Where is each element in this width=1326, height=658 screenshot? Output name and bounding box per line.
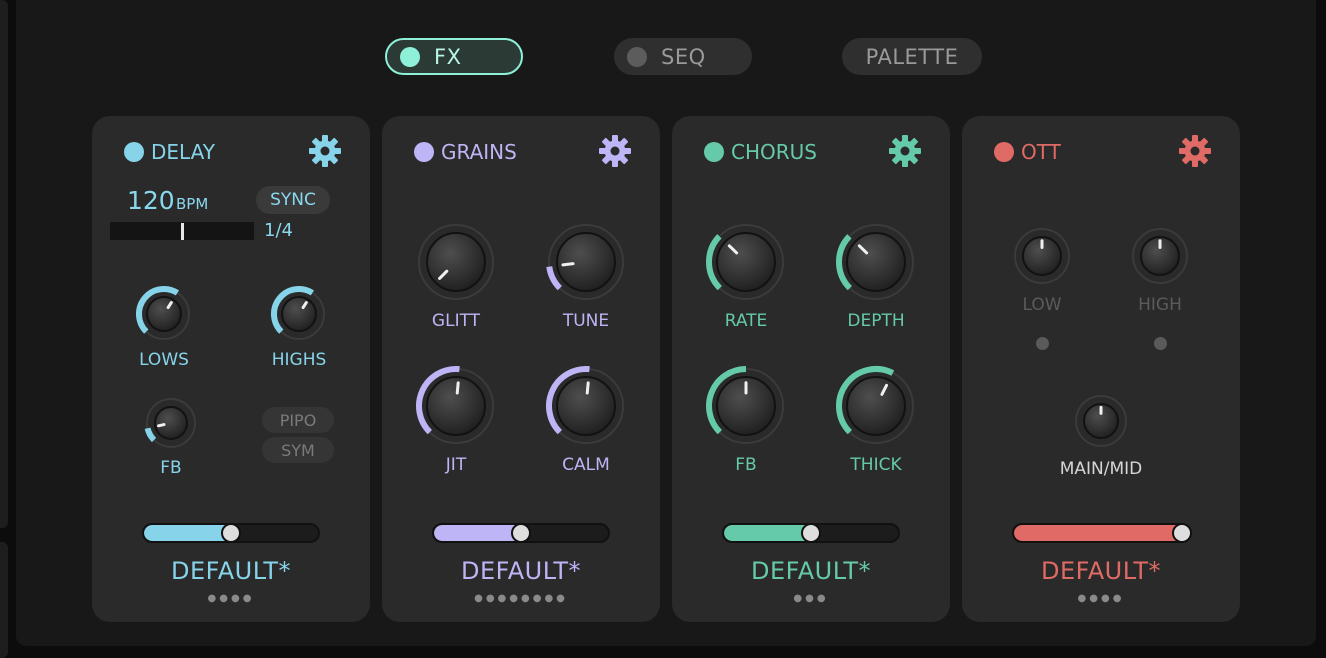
chorus-preset-name[interactable]: DEFAULT* [672, 557, 950, 585]
chorus-fb-knob[interactable] [702, 362, 790, 450]
delay-sync-button[interactable]: SYNC [256, 186, 330, 214]
grains-tune-knob[interactable] [542, 218, 630, 306]
knob-graphic-icon [706, 366, 784, 444]
delay-time-value: 1/4 [264, 220, 293, 241]
mix-slider-fill [1014, 525, 1188, 541]
delay-time-slider-marker[interactable] [181, 223, 184, 240]
grains-glitt-label: GLITT [431, 311, 481, 331]
knob-graphic-icon [1132, 228, 1188, 284]
chorus-thick-knob[interactable] [832, 362, 920, 450]
delay-sym-toggle[interactable]: SYM [262, 437, 334, 463]
delay-panel: DELAY 120 BPM SYNC 1/4 LOWS HIGHS FB PIP… [92, 116, 370, 622]
knob-graphic-icon [135, 286, 190, 340]
chorus-preset-dots[interactable]: ●●● [672, 593, 950, 604]
delay-highs-knob[interactable] [267, 282, 331, 346]
chorus-enable-led-icon[interactable] [704, 142, 724, 162]
grains-tune-label: TUNE [562, 311, 610, 331]
ott-high-indicator-icon [1154, 337, 1167, 350]
grains-calm-knob[interactable] [542, 362, 630, 450]
grains-calm-label: CALM [562, 455, 610, 475]
ott-enable-led-icon[interactable] [994, 142, 1014, 162]
knob-graphic-icon [1075, 395, 1127, 447]
tab-seq-led-icon [627, 46, 647, 67]
grains-glitt-knob[interactable] [412, 218, 500, 306]
delay-bpm-unit: BPM [176, 195, 209, 213]
chorus-depth-label: DEPTH [847, 311, 905, 331]
delay-lows-knob[interactable] [132, 282, 196, 346]
delay-lows-label: LOWS [139, 350, 189, 370]
grains-title: GRAINS [441, 140, 517, 164]
delay-mix-slider-thumb[interactable] [221, 523, 241, 543]
chorus-title: CHORUS [731, 140, 817, 164]
knob-graphic-icon [546, 224, 624, 300]
chorus-panel: CHORUS RATE DEPTH FB THICK DEFAULT* ●●● [672, 116, 950, 622]
delay-enable-led-icon[interactable] [124, 142, 144, 162]
tab-fx-label: FX [434, 44, 462, 69]
ott-preset-dots[interactable]: ●●●● [962, 593, 1240, 604]
chorus-header: CHORUS [704, 140, 817, 164]
ott-low-indicator-icon [1036, 337, 1049, 350]
ott-panel: OTT LOW HIGH MAIN/MID DEFAULT* ●●●● [962, 116, 1240, 622]
ott-main-mid-knob[interactable] [1069, 389, 1133, 453]
tab-fx-led-icon [400, 46, 420, 67]
delay-preset-name[interactable]: DEFAULT* [92, 557, 370, 585]
chorus-rate-knob[interactable] [702, 218, 790, 306]
grains-header: GRAINS [414, 140, 517, 164]
mix-slider-fill [434, 525, 521, 541]
delay-title: DELAY [151, 140, 215, 164]
delay-fb-label: FB [160, 458, 182, 478]
delay-preset-dots[interactable]: ●●●● [92, 593, 370, 604]
mix-slider-fill [144, 525, 231, 541]
ott-high-knob[interactable] [1126, 222, 1194, 290]
grains-enable-led-icon[interactable] [414, 142, 434, 162]
chorus-thick-label: THICK [850, 455, 902, 475]
knob-graphic-icon [1014, 228, 1070, 284]
ott-preset-name[interactable]: DEFAULT* [962, 557, 1240, 585]
knob-graphic-icon [418, 224, 494, 300]
ott-low-label: LOW [1022, 295, 1062, 315]
grains-jit-knob[interactable] [412, 362, 500, 450]
grains-preset-dots[interactable]: ●●●●●●●● [382, 593, 660, 604]
tab-seq[interactable]: SEQ [614, 38, 752, 75]
ott-mix-slider[interactable] [1012, 523, 1190, 543]
grains-panel: GRAINS GLITT TUNE JIT CALM DEFAULT* ●●●●… [382, 116, 660, 622]
chorus-settings-gear-icon[interactable] [888, 134, 922, 168]
left-edge-tab [0, 0, 8, 528]
tab-fx[interactable]: FX [385, 38, 523, 75]
delay-highs-label: HIGHS [271, 350, 327, 370]
ott-main-mid-label: MAIN/MID [1059, 459, 1143, 479]
ott-title: OTT [1021, 140, 1061, 164]
mix-slider-fill [724, 525, 811, 541]
delay-header: DELAY [124, 140, 215, 164]
tab-palette[interactable]: PALETTE [842, 38, 982, 75]
grains-settings-gear-icon[interactable] [598, 134, 632, 168]
ott-high-label: HIGH [1138, 295, 1182, 315]
chorus-depth-knob[interactable] [832, 218, 920, 306]
plugin-window: FX SEQ PALETTE DELAY 120 BPM SYNC 1/4 LO… [16, 0, 1316, 646]
chorus-rate-label: RATE [724, 311, 768, 331]
knob-graphic-icon [836, 366, 914, 444]
chorus-mix-slider-thumb[interactable] [801, 523, 821, 543]
grains-preset-name[interactable]: DEFAULT* [382, 557, 660, 585]
ott-header: OTT [994, 140, 1061, 164]
left-edge-tab-lower [0, 542, 8, 658]
tab-palette-label: PALETTE [865, 44, 959, 69]
grains-jit-label: JIT [445, 455, 467, 475]
ott-settings-gear-icon[interactable] [1178, 134, 1212, 168]
delay-fb-knob[interactable] [140, 392, 202, 454]
knob-graphic-icon [836, 224, 914, 300]
ott-mix-slider-thumb[interactable] [1172, 523, 1192, 543]
delay-settings-gear-icon[interactable] [308, 134, 342, 168]
ott-low-knob[interactable] [1008, 222, 1076, 290]
tab-seq-label: SEQ [661, 44, 706, 69]
knob-graphic-icon [416, 366, 494, 444]
knob-graphic-icon [144, 398, 196, 448]
delay-bpm-value[interactable]: 120 [127, 186, 175, 215]
grains-mix-slider-thumb[interactable] [511, 523, 531, 543]
knob-graphic-icon [546, 366, 624, 444]
knob-graphic-icon [706, 224, 784, 300]
chorus-fb-label: FB [735, 455, 757, 475]
delay-pipo-toggle[interactable]: PIPO [262, 407, 334, 433]
knob-graphic-icon [270, 286, 325, 340]
